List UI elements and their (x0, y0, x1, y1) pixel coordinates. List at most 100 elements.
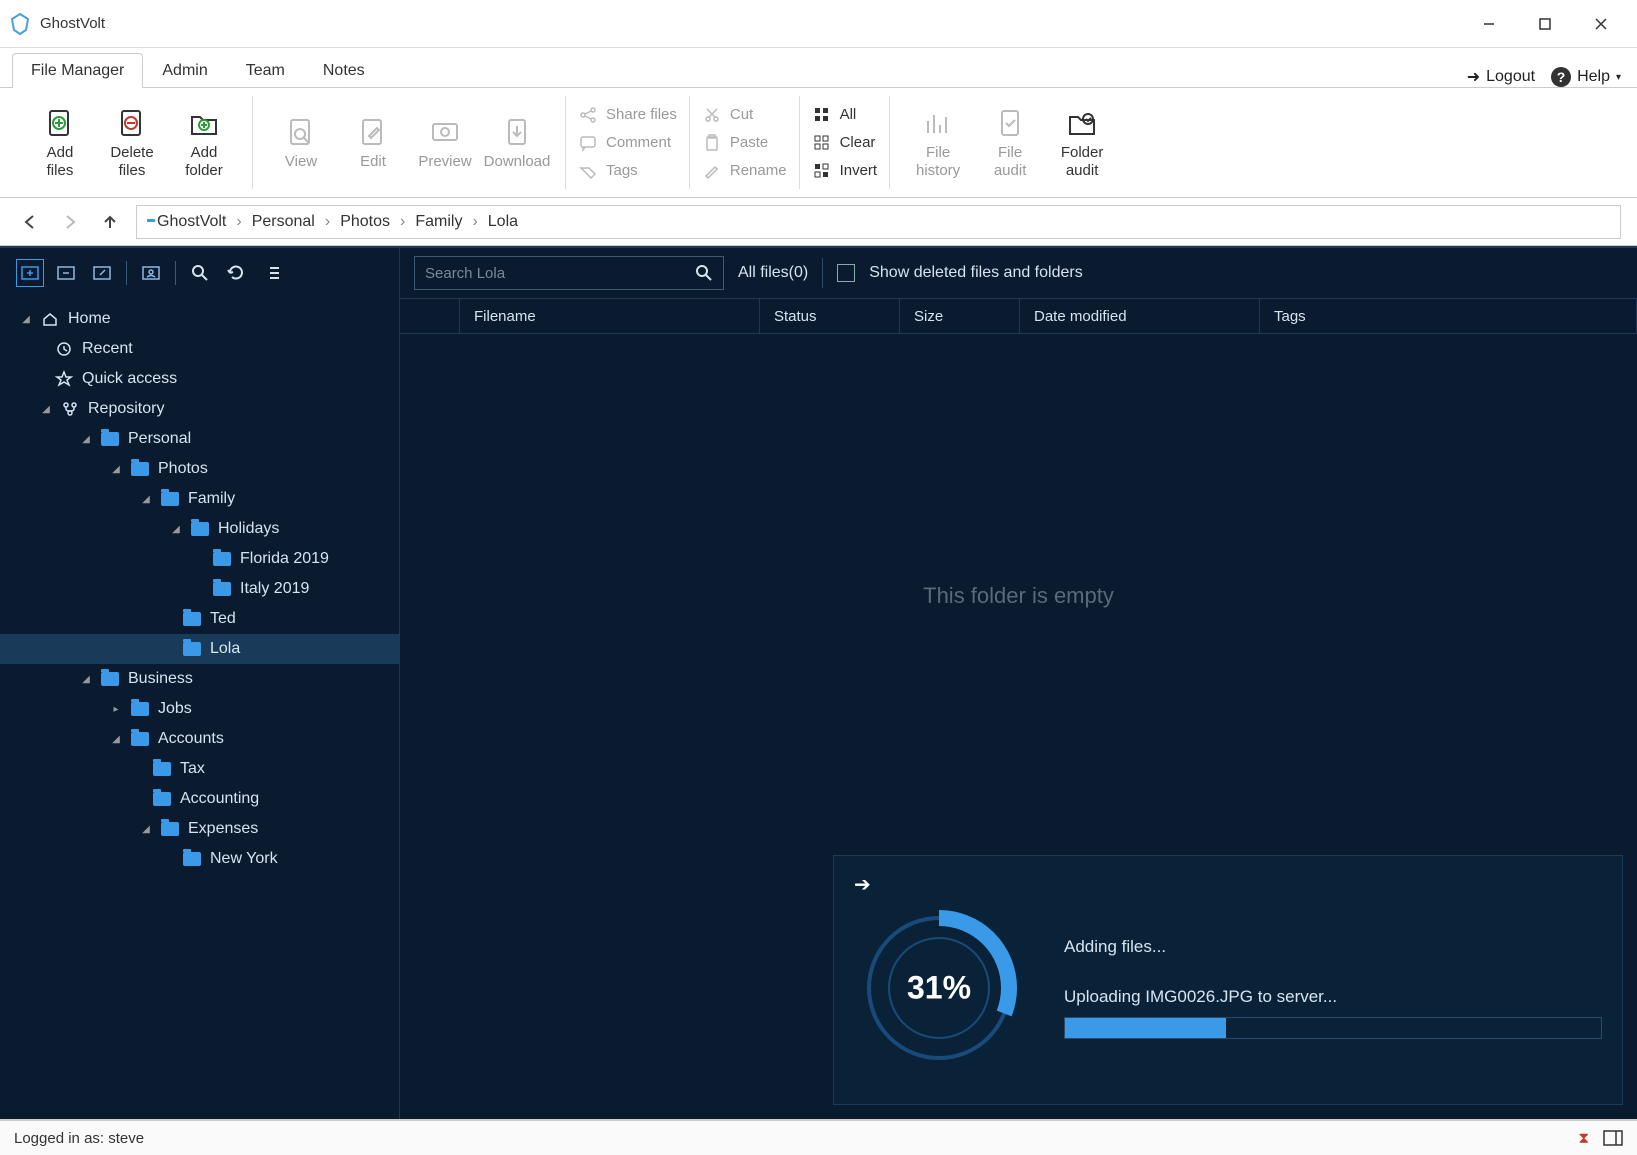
tree-recent[interactable]: Recent (0, 334, 399, 364)
sidebar-user-button[interactable] (137, 259, 165, 287)
file-panel: All files(0) Show deleted files and fold… (400, 248, 1637, 1119)
tree-personal[interactable]: ◢Personal (0, 424, 399, 454)
breadcrumb-item[interactable]: Lola (488, 213, 518, 231)
search-box[interactable] (414, 256, 724, 290)
show-deleted-checkbox[interactable] (837, 264, 855, 282)
file-audit-button[interactable]: File audit (974, 96, 1046, 189)
tree-home[interactable]: ◢Home (0, 304, 399, 334)
tree-holidays[interactable]: ◢Holidays (0, 514, 399, 544)
chevron-down-icon: ▾ (1616, 72, 1621, 83)
sidebar-search-button[interactable] (186, 259, 214, 287)
progress-panel: ➔ 31% Adding files... Uploading IMG0026.… (833, 855, 1623, 1105)
tree-accounts[interactable]: ◢Accounts (0, 724, 399, 754)
tree-family[interactable]: ◢Family (0, 484, 399, 514)
folder-icon (153, 762, 171, 776)
file-audit-icon (993, 106, 1027, 140)
folder-icon (153, 792, 171, 806)
tab-admin[interactable]: Admin (143, 53, 226, 88)
select-clear-button[interactable]: Clear (812, 133, 878, 153)
tree-business[interactable]: ◢Business (0, 664, 399, 694)
comment-button[interactable]: Comment (578, 133, 677, 153)
nav-forward-button[interactable] (56, 208, 84, 236)
paste-button[interactable]: Paste (702, 133, 787, 153)
delete-files-button[interactable]: Delete files (96, 96, 168, 189)
sidebar-edit-button[interactable] (88, 259, 116, 287)
col-tags[interactable]: Tags (1260, 299, 1637, 333)
tree-accounting[interactable]: Accounting (0, 784, 399, 814)
edit-button[interactable]: Edit (337, 96, 409, 189)
progress-detail: Uploading IMG0026.JPG to server... (1064, 987, 1602, 1007)
tags-button[interactable]: Tags (578, 161, 677, 181)
breadcrumb-item[interactable]: GhostVolt (157, 213, 226, 231)
tree-lola[interactable]: Lola (0, 634, 399, 664)
file-history-icon (921, 106, 955, 140)
folder-icon (213, 552, 231, 566)
tree-quick-access[interactable]: Quick access (0, 364, 399, 394)
title-bar: GhostVolt (0, 0, 1637, 48)
tab-team[interactable]: Team (227, 53, 304, 88)
tree-florida[interactable]: Florida 2019 (0, 544, 399, 574)
folder-audit-button[interactable]: Folder audit (1046, 96, 1118, 189)
logout-button[interactable]: ➜ Logout (1467, 67, 1535, 87)
show-deleted-label[interactable]: Show deleted files and folders (869, 264, 1082, 282)
tab-notes[interactable]: Notes (304, 53, 384, 88)
progress-bar (1064, 1017, 1602, 1039)
sidebar-add-button[interactable] (16, 259, 44, 287)
search-icon[interactable] (695, 264, 713, 282)
tree-italy[interactable]: Italy 2019 (0, 574, 399, 604)
add-folder-icon (187, 106, 221, 140)
view-button[interactable]: View (265, 96, 337, 189)
col-status[interactable]: Status (760, 299, 900, 333)
col-date[interactable]: Date modified (1020, 299, 1260, 333)
delete-files-icon (115, 106, 149, 140)
window-minimize-button[interactable] (1461, 4, 1517, 44)
col-filename[interactable]: Filename (460, 299, 760, 333)
tree-expenses[interactable]: ◢Expenses (0, 814, 399, 844)
share-files-button[interactable]: Share files (578, 105, 677, 125)
window-maximize-button[interactable] (1517, 4, 1573, 44)
folder-icon (183, 612, 201, 626)
repo-icon (60, 401, 80, 417)
sidebar-refresh-button[interactable] (222, 259, 250, 287)
select-clear-icon (812, 133, 832, 153)
all-files-label[interactable]: All files(0) (738, 264, 808, 282)
star-icon (54, 371, 74, 387)
tree-jobs[interactable]: ▸Jobs (0, 694, 399, 724)
folder-icon (101, 432, 119, 446)
folder-icon (161, 822, 179, 836)
sidebar-remove-button[interactable] (52, 259, 80, 287)
tree-tax[interactable]: Tax (0, 754, 399, 784)
breadcrumb-item[interactable]: Photos (340, 213, 390, 231)
nav-back-button[interactable] (16, 208, 44, 236)
add-folder-button[interactable]: Add folder (168, 96, 240, 189)
search-input[interactable] (425, 265, 695, 282)
arrow-right-icon[interactable]: ➔ (854, 872, 1602, 897)
col-size[interactable]: Size (900, 299, 1020, 333)
tree-photos[interactable]: ◢Photos (0, 454, 399, 484)
rename-button[interactable]: Rename (702, 161, 787, 181)
tab-file-manager[interactable]: File Manager (12, 53, 143, 88)
preview-button[interactable]: Preview (409, 96, 481, 189)
tree-newyork[interactable]: New York (0, 844, 399, 874)
add-files-button[interactable]: Add files (24, 96, 96, 189)
tree-repository[interactable]: ◢Repository (0, 394, 399, 424)
breadcrumb-item[interactable]: Family (415, 213, 462, 231)
file-history-button[interactable]: File history (902, 96, 974, 189)
breadcrumb[interactable]: GhostVolt› Personal› Photos› Family› Lol… (136, 205, 1621, 239)
window-close-button[interactable] (1573, 4, 1629, 44)
download-icon (500, 115, 534, 149)
tree-ted[interactable]: Ted (0, 604, 399, 634)
col-icon[interactable] (400, 299, 460, 333)
nav-up-button[interactable] (96, 208, 124, 236)
panel-toggle-icon[interactable] (1603, 1130, 1623, 1146)
cut-button[interactable]: Cut (702, 105, 787, 125)
select-all-button[interactable]: All (812, 105, 878, 125)
app-title: GhostVolt (40, 15, 105, 32)
folder-icon (131, 462, 149, 476)
select-invert-button[interactable]: Invert (812, 161, 878, 181)
sidebar-list-button[interactable] (258, 259, 286, 287)
breadcrumb-item[interactable]: Personal (252, 213, 315, 231)
download-button[interactable]: Download (481, 96, 553, 189)
help-button[interactable]: ? Help ▾ (1551, 67, 1621, 87)
app-logo-icon (8, 12, 32, 36)
